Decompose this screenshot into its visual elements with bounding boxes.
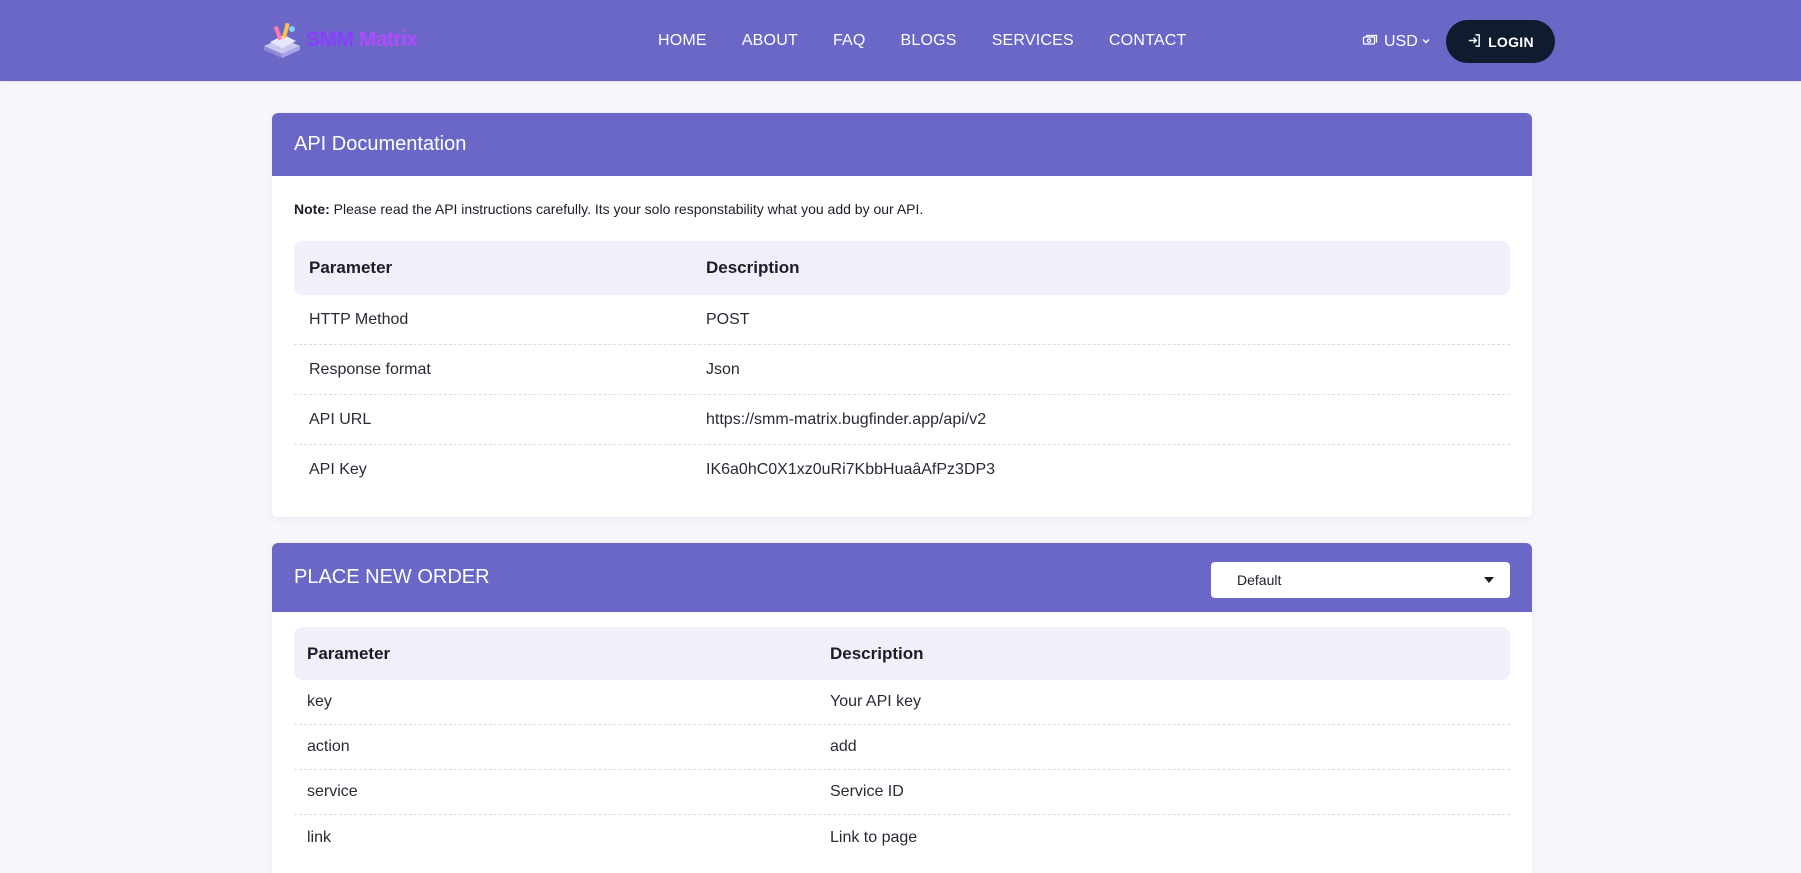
logo-text-matrix: Matrix [358,28,418,51]
currency-selector[interactable]: USD [1362,30,1437,54]
header-description: Description [706,258,800,277]
api-key-value: IK6a0hC0X1xz0uRi7KbbHuaâAfPz3DP3 [706,461,996,478]
note-text: Please read the API instructions careful… [329,201,924,217]
select-value: Default [1237,572,1282,588]
currency-label: USD [1384,33,1418,50]
row-parameter: key [307,693,332,710]
order-card-title: PLACE NEW ORDER [294,566,490,588]
row-description: Service ID [830,783,904,800]
place-new-order-card: PLACE NEW ORDER Default Parameter Descri… [272,543,1532,873]
table-header: Parameter Description [294,627,1510,680]
row-parameter: Response format [309,360,431,378]
row-description: Your API key [830,693,922,710]
row-description: POST [706,310,750,328]
order-params-table: Parameter Description key Your API key a… [294,627,1510,860]
logo-text-smm: SMM [306,28,359,51]
table-row: Response format Json [294,345,1510,395]
row-parameter: action [307,738,350,755]
login-label: LOGIN [1488,33,1534,50]
table-row: key Your API key [294,680,1510,725]
nav-blogs[interactable]: BLOGS [901,32,957,50]
order-card-header: PLACE NEW ORDER Default [272,543,1532,612]
row-parameter: API URL [309,410,372,428]
header-description: Description [830,643,924,663]
login-icon [1467,33,1488,51]
row-description: Json [706,360,740,378]
header-parameter: Parameter [309,258,393,277]
api-card-title: API Documentation [294,133,467,155]
logo-icon [262,20,304,60]
caret-down-icon [1484,577,1494,583]
api-info-table: Parameter Description HTTP Method POST R… [294,241,1510,495]
row-parameter: HTTP Method [309,310,409,328]
chevron-down-icon [1421,33,1437,51]
table-row: link Link to page [294,815,1510,860]
header-parameter: Parameter [307,643,391,663]
row-parameter: API Key [309,461,367,478]
table-row: API URL https://smm-matrix.bugfinder.app… [294,395,1510,445]
table-row: HTTP Method POST [294,295,1510,345]
order-type-select[interactable]: Default [1211,562,1510,598]
login-button[interactable]: LOGIN [1446,20,1555,63]
row-description: add [830,738,857,755]
brand-logo[interactable]: SMM Matrix [262,20,418,60]
logo-text: SMM Matrix [306,28,418,52]
nav-faq[interactable]: FAQ [833,32,866,50]
table-row: action add [294,725,1510,770]
nav-contact[interactable]: CONTACT [1109,32,1187,50]
row-parameter: service [307,783,358,800]
note-label: Note: [294,201,330,217]
api-url-value: https://smm-matrix.bugfinder.app/api/v2 [706,410,987,428]
nav-about[interactable]: ABOUT [742,32,798,50]
top-navbar: SMM Matrix HOME ABOUT FAQ BLOGS SERVICES… [0,0,1801,81]
nav-home[interactable]: HOME [658,32,707,50]
money-icon [1362,32,1384,53]
main-nav: HOME ABOUT FAQ BLOGS SERVICES CONTACT [658,0,1221,81]
table-header: Parameter Description [294,241,1510,295]
table-row: service Service ID [294,770,1510,815]
row-parameter: link [307,828,332,846]
row-description: Link to page [830,828,918,846]
api-card-header: API Documentation [272,113,1532,176]
nav-services[interactable]: SERVICES [992,32,1074,50]
table-row: API Key IK6a0hC0X1xz0uRi7KbbHuaâAfPz3DP3 [294,445,1510,495]
api-note: Note: Please read the API instructions c… [294,201,923,217]
api-documentation-card: API Documentation Note: Please read the … [272,113,1532,517]
